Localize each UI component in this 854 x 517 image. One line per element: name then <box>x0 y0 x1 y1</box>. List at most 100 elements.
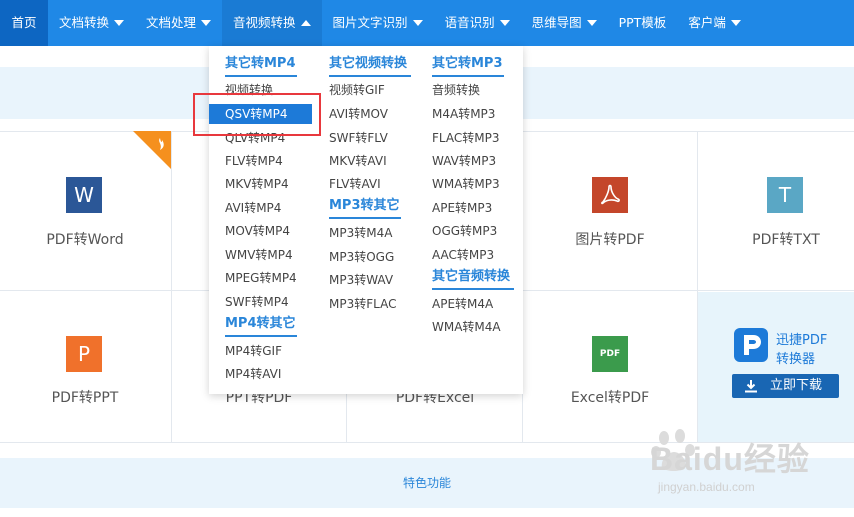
menu-item-mp3-to-wav[interactable]: MP3转WAV <box>329 272 393 288</box>
title-underline <box>329 217 401 219</box>
col2-title2-text: MP3转其它 <box>329 198 400 213</box>
menu-item-m4a-to-mp3[interactable]: M4A转MP3 <box>432 106 495 122</box>
menu-item-mp3-to-m4a[interactable]: MP3转M4A <box>329 225 392 241</box>
watermark: Baidu经验 jingyan.baidu.com <box>650 428 850 508</box>
menu-item-mkv-to-avi[interactable]: MKV转AVI <box>329 153 387 169</box>
menu-item-ogg-to-mp3[interactable]: OGG转MP3 <box>432 223 497 239</box>
title-underline <box>225 75 297 77</box>
col1-title2-text: MP4转其它 <box>225 316 296 331</box>
nav-ocr-label: 图片文字识别 <box>332 15 408 30</box>
menu-item-swf-to-flv[interactable]: SWF转FLV <box>329 130 388 146</box>
ppt-icon: P <box>66 336 102 372</box>
pdf-icon <box>592 177 628 213</box>
title-underline <box>432 75 504 77</box>
menu-item-mp3-to-ogg[interactable]: MP3转OGG <box>329 249 394 265</box>
nav-doc-convert-label: 文档转换 <box>59 15 110 30</box>
menu-item-mp3-to-flac[interactable]: MP3转FLAC <box>329 296 396 312</box>
tool-label: PDF转PPT <box>51 390 119 406</box>
tool-pdf-to-word[interactable]: W PDF转Word <box>0 132 171 290</box>
ppt-icon-glyph: P <box>77 342 91 366</box>
nav-speech[interactable]: 语音识别 <box>434 0 521 46</box>
menu-item-mp4-to-gif[interactable]: MP4转GIF <box>225 343 282 359</box>
nav-ppt-template[interactable]: PPT模板 <box>608 0 678 46</box>
col2-title-text: 其它视频转换 <box>329 56 408 71</box>
nav-ppt-template-label: PPT模板 <box>618 15 667 30</box>
watermark-brand: Baidu经验 <box>650 441 810 477</box>
nav-home-label: 首页 <box>11 15 37 30</box>
menu-item-mov-to-mp4[interactable]: MOV转MP4 <box>225 223 290 239</box>
col3-title2: 其它音频转换 <box>432 268 514 290</box>
title-underline <box>329 75 411 77</box>
nav-client-label: 客户端 <box>688 15 726 30</box>
chevron-up-icon <box>300 20 311 26</box>
menu-item-ape-to-mp3[interactable]: APE转MP3 <box>432 200 492 216</box>
menu-item-wma-to-mp3[interactable]: WMA转MP3 <box>432 176 500 192</box>
nav-doc-process-label: 文档处理 <box>146 15 197 30</box>
tool-image-to-pdf[interactable]: 图片转PDF <box>522 132 697 290</box>
nav-ocr[interactable]: 图片文字识别 <box>322 0 434 46</box>
col3-title: 其它转MP3 <box>432 55 504 77</box>
word-icon-glyph: W <box>74 183 94 207</box>
txt-icon-glyph: T <box>778 183 792 207</box>
menu-item-mkv-to-mp4[interactable]: MKV转MP4 <box>225 176 289 192</box>
menu-item-flac-to-mp3[interactable]: FLAC转MP3 <box>432 130 499 146</box>
menu-item-video-to-gif[interactable]: 视频转GIF <box>329 82 385 98</box>
tool-label: Excel转PDF <box>570 390 650 406</box>
nav-av-convert[interactable]: 音视频转换 <box>222 0 322 46</box>
chevron-down-icon <box>201 20 212 26</box>
pdf-acrobat-glyph <box>601 184 620 205</box>
menu-item-flv-to-mp4[interactable]: FLV转MP4 <box>225 153 283 169</box>
nav-doc-convert[interactable]: 文档转换 <box>48 0 135 46</box>
excel-pdf-icon-glyph: PDF <box>599 349 621 359</box>
highlight-annotation <box>193 93 321 136</box>
menu-item-wma-to-m4a[interactable]: WMA转M4A <box>432 319 501 335</box>
col1-title2: MP4转其它 <box>225 315 297 337</box>
watermark-url: jingyan.baidu.com <box>658 480 755 494</box>
col2-title: 其它视频转换 <box>329 55 411 77</box>
download-button[interactable]: 立即下载 <box>732 374 839 398</box>
menu-item-avi-to-mov[interactable]: AVI转MOV <box>329 106 388 122</box>
col1-title-text: 其它转MP4 <box>225 56 296 71</box>
nav-home[interactable]: 首页 <box>0 0 48 46</box>
menu-item-swf-to-mp4[interactable]: SWF转MP4 <box>225 294 289 310</box>
chevron-down-icon <box>586 20 597 26</box>
col3-title2-text: 其它音频转换 <box>432 269 511 284</box>
nav-client[interactable]: 客户端 <box>677 0 752 46</box>
nav-doc-process[interactable]: 文档处理 <box>135 0 222 46</box>
menu-item-aac-to-mp3[interactable]: AAC转MP3 <box>432 247 494 263</box>
chevron-down-icon <box>412 20 423 26</box>
col2-title2: MP3转其它 <box>329 197 401 219</box>
nav-mindmap-label: 思维导图 <box>531 15 582 30</box>
menu-item-wav-to-mp3[interactable]: WAV转MP3 <box>432 153 496 169</box>
download-button-label: 立即下载 <box>770 378 823 393</box>
menu-item-audio-convert[interactable]: 音频转换 <box>432 82 480 98</box>
tool-label: 图片转PDF <box>575 232 645 248</box>
tool-label: PDF转TXT <box>752 232 820 248</box>
menu-item-ape-to-m4a[interactable]: APE转M4A <box>432 296 493 312</box>
promo-title-line1: 迅捷PDF <box>776 333 828 348</box>
col3-title-text: 其它转MP3 <box>432 56 503 71</box>
promo-desktop-app: 迅捷PDF 转换器 立即下载 <box>698 292 854 442</box>
excel-pdf-icon: PDF <box>592 336 628 372</box>
txt-icon: T <box>767 177 803 213</box>
tool-excel-to-pdf[interactable]: PDF Excel转PDF <box>522 292 697 442</box>
tool-label: PDF转Word <box>46 232 124 248</box>
top-nav: 首页 文档转换 文档处理 音视频转换 图片文字识别 语音识别 思维导图 PPT模… <box>0 0 854 46</box>
menu-item-flv-to-avi[interactable]: FLV转AVI <box>329 176 381 192</box>
nav-mindmap[interactable]: 思维导图 <box>521 0 608 46</box>
chevron-down-icon <box>499 20 510 26</box>
title-underline <box>432 288 514 290</box>
menu-item-avi-to-mp4[interactable]: AVI转MP4 <box>225 200 281 216</box>
nav-av-convert-label: 音视频转换 <box>233 15 296 30</box>
menu-item-mp4-to-avi[interactable]: MP4转AVI <box>225 366 281 382</box>
app-logo-icon <box>734 328 768 362</box>
chevron-down-icon <box>114 20 125 26</box>
tool-pdf-to-txt[interactable]: T PDF转TXT <box>698 132 854 290</box>
chevron-down-icon <box>730 20 741 26</box>
menu-item-mpeg-to-mp4[interactable]: MPEG转MP4 <box>225 270 297 286</box>
menu-item-wmv-to-mp4[interactable]: WMV转MP4 <box>225 247 293 263</box>
promo-title-line2: 转换器 <box>776 352 816 367</box>
tool-pdf-to-ppt[interactable]: P PDF转PPT <box>0 292 171 442</box>
title-underline <box>225 335 297 337</box>
download-icon <box>745 380 757 393</box>
